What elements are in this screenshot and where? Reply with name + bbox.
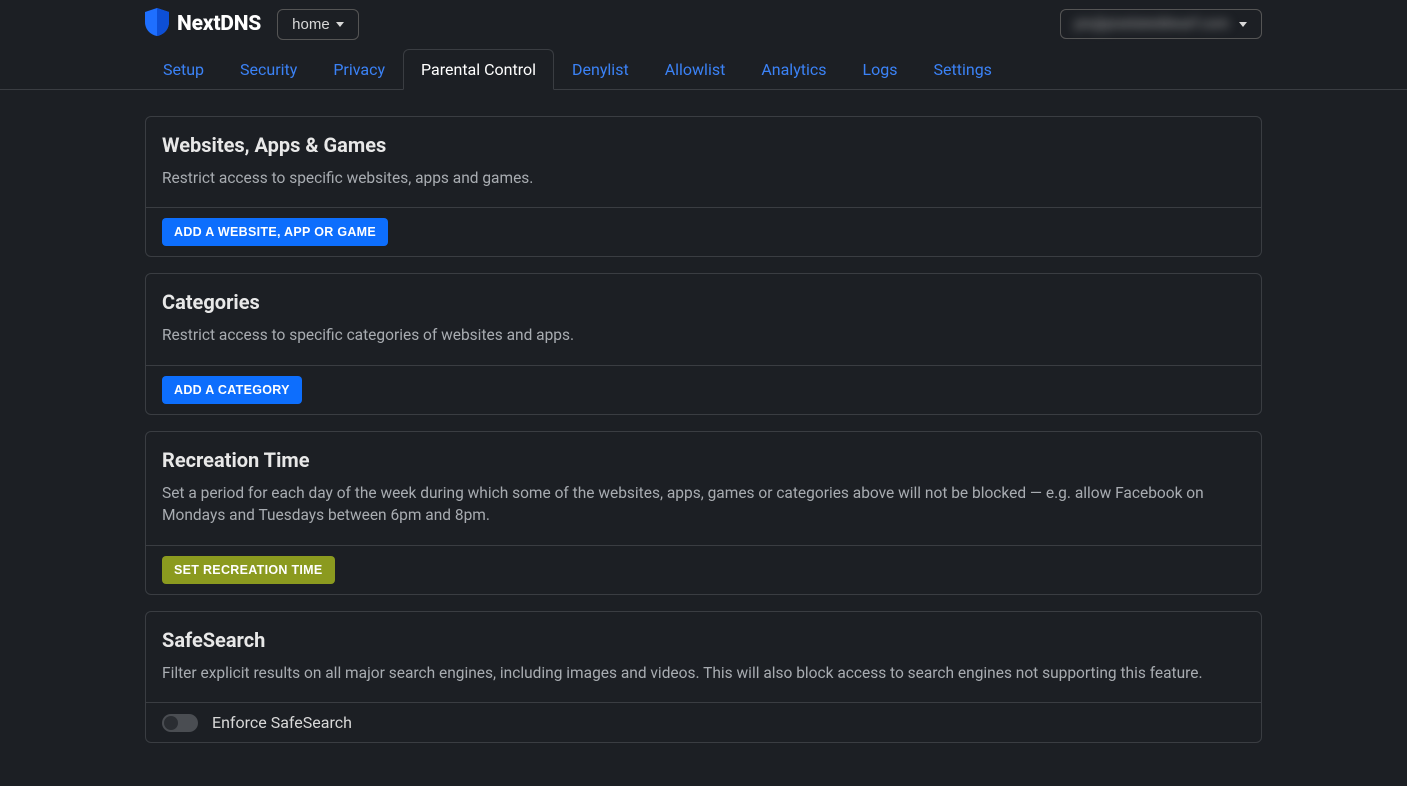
enforce-safesearch-toggle[interactable] (162, 714, 198, 732)
categories-card: Categories Restrict access to specific c… (145, 273, 1262, 414)
card-description: Restrict access to specific websites, ap… (162, 167, 1245, 189)
nav-denylist[interactable]: Denylist (554, 49, 647, 90)
card-title: Websites, Apps & Games (162, 133, 1245, 157)
card-title: Recreation Time (162, 448, 1245, 472)
account-menu[interactable]: pix@pixelateddwarf.com (1060, 9, 1262, 39)
recreation-time-card: Recreation Time Set a period for each da… (145, 431, 1262, 595)
card-description: Filter explicit results on all major sea… (162, 662, 1245, 684)
card-description: Set a period for each day of the week du… (162, 482, 1245, 527)
nav-privacy[interactable]: Privacy (315, 49, 403, 90)
set-recreation-time-button[interactable]: SET RECREATION TIME (162, 556, 335, 584)
brand[interactable]: NextDNS (145, 8, 261, 40)
card-title: Categories (162, 290, 1245, 314)
safesearch-card: SafeSearch Filter explicit results on al… (145, 611, 1262, 743)
nav-security[interactable]: Security (222, 49, 315, 90)
caret-down-icon (336, 22, 344, 27)
card-description: Restrict access to specific categories o… (162, 324, 1245, 346)
nav-analytics[interactable]: Analytics (743, 49, 844, 90)
caret-down-icon (1239, 22, 1247, 27)
websites-apps-games-card: Websites, Apps & Games Restrict access t… (145, 116, 1262, 257)
profile-selector[interactable]: home (277, 9, 359, 40)
nav-logs[interactable]: Logs (845, 49, 916, 90)
nav-parental-control[interactable]: Parental Control (403, 49, 554, 90)
nav-settings[interactable]: Settings (916, 49, 1010, 90)
brand-name: NextDNS (177, 12, 261, 36)
toggle-label: Enforce SafeSearch (212, 713, 352, 732)
account-email: pix@pixelateddwarf.com (1075, 16, 1229, 32)
main-nav: Setup Security Privacy Parental Control … (145, 48, 1262, 89)
nav-setup[interactable]: Setup (145, 49, 222, 90)
shield-icon (145, 8, 169, 40)
add-website-app-game-button[interactable]: ADD A WEBSITE, APP OR GAME (162, 218, 388, 246)
toggle-knob (164, 716, 178, 730)
card-title: SafeSearch (162, 628, 1245, 652)
profile-selector-label: home (292, 16, 330, 33)
nav-allowlist[interactable]: Allowlist (647, 49, 744, 90)
add-category-button[interactable]: ADD A CATEGORY (162, 376, 302, 404)
